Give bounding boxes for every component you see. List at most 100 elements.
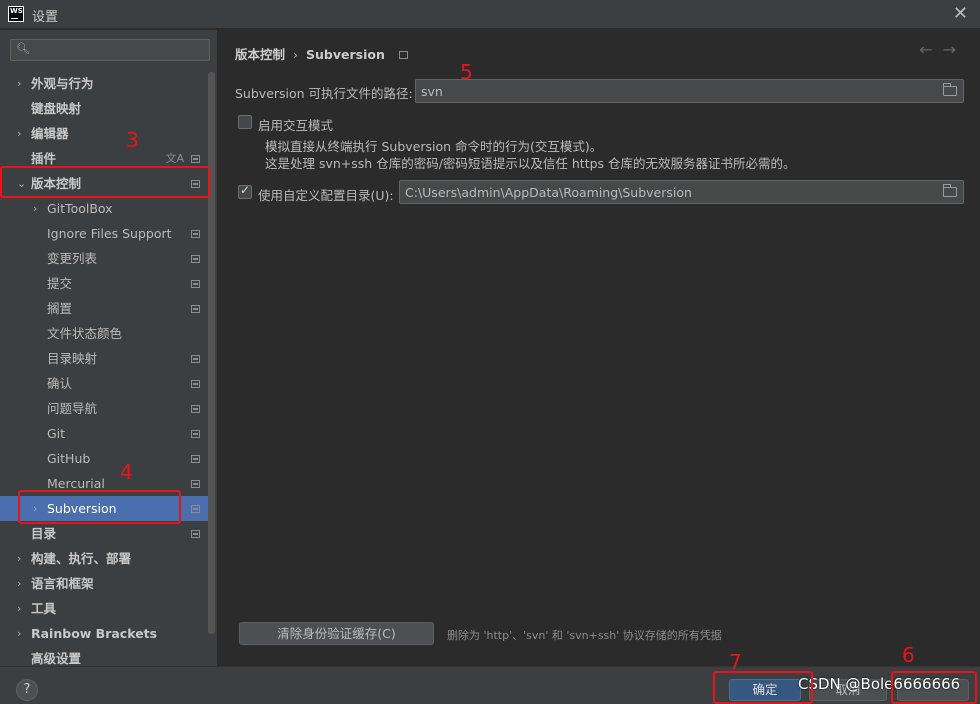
sidebar-item[interactable]: 问题导航	[0, 396, 208, 421]
annotation-number-7: 7	[729, 650, 742, 674]
sidebar-item-label: 键盘映射	[31, 101, 82, 116]
project-scope-icon	[191, 430, 200, 438]
project-scope-icon	[191, 280, 200, 288]
sidebar-item-label: Ignore Files Support	[47, 226, 172, 241]
sidebar-item[interactable]: › 语言和框架	[0, 571, 208, 596]
sidebar-item-label: 工具	[31, 601, 57, 616]
project-scope-icon	[191, 380, 200, 388]
sidebar-item[interactable]: › 编辑器	[0, 121, 208, 146]
project-scope-icon	[191, 305, 200, 313]
sidebar-item-label: 编辑器	[31, 126, 69, 141]
interactive-mode-label: 启用交互模式	[258, 118, 334, 133]
sidebar-item-label: 变更列表	[47, 251, 98, 266]
chevron-right-icon[interactable]: ›	[33, 196, 37, 221]
sidebar-item-label: 确认	[47, 376, 73, 391]
project-scope-icon	[191, 455, 200, 463]
sidebar-item[interactable]: › Rainbow Brackets	[0, 621, 208, 646]
annotation-number-6: 6	[902, 643, 915, 667]
navigation-arrows: ←→	[919, 40, 966, 59]
clear-auth-cache-button[interactable]: 清除身份验证缓存(C)	[239, 622, 434, 645]
project-scope-icon	[191, 480, 200, 488]
sidebar-item-label: Rainbow Brackets	[31, 626, 158, 641]
chevron-right-icon[interactable]: ›	[17, 546, 21, 571]
project-scope-icon	[191, 155, 200, 163]
project-scope-icon	[191, 230, 200, 238]
executable-path-label: Subversion 可执行文件的路径:	[235, 86, 413, 101]
sidebar-item-label: 问题导航	[47, 401, 98, 416]
sidebar-item-label: GitToolBox	[47, 201, 113, 216]
sidebar-item[interactable]: 目录	[0, 521, 208, 546]
annotation-number-4: 4	[120, 460, 133, 484]
sidebar-item-label: Git	[47, 426, 66, 441]
breadcrumb-parent[interactable]: 版本控制	[235, 47, 285, 62]
settings-tree: › 外观与行为 键盘映射 › 编辑器 插件 文A ⌄ 版本控制 › GitToolBox Ignore…	[0, 71, 208, 671]
project-scope-icon	[191, 530, 200, 538]
back-arrow-icon[interactable]: ←	[919, 40, 942, 59]
help-icon[interactable]: ?	[16, 679, 38, 701]
chevron-right-icon[interactable]: ›	[17, 71, 21, 96]
sidebar-item-label: 外观与行为	[31, 76, 94, 91]
window-title: 设置	[32, 10, 59, 25]
sidebar-item[interactable]: GitHub	[0, 446, 208, 471]
annotation-number-3: 3	[126, 128, 139, 152]
annotation-box-ok	[713, 671, 813, 704]
settings-search-field[interactable]: 🔍︎	[10, 39, 210, 61]
sidebar-item-label: 目录映射	[47, 351, 98, 366]
sidebar-item-label: 文件状态颜色	[47, 326, 123, 341]
annotation-box-apply	[891, 671, 977, 704]
sidebar-item[interactable]: › GitToolBox	[0, 196, 208, 221]
executable-path-input[interactable]	[421, 83, 931, 99]
chevron-right-icon[interactable]: ›	[17, 596, 21, 621]
sidebar-item-label: 搁置	[47, 301, 73, 316]
custom-config-input[interactable]	[405, 184, 930, 200]
project-scope-icon	[191, 405, 200, 413]
sidebar-scrollbar[interactable]	[208, 72, 215, 634]
sidebar-item[interactable]: › 构建、执行、部署	[0, 546, 208, 571]
sidebar-item-label: GitHub	[47, 451, 91, 466]
chevron-right-icon[interactable]: ›	[17, 121, 21, 146]
sidebar-item[interactable]: 文件状态颜色	[0, 321, 208, 346]
annotation-box-version-control	[0, 166, 210, 198]
breadcrumb: 版本控制 › Subversion	[235, 44, 408, 63]
sidebar-item[interactable]: Ignore Files Support	[0, 221, 208, 246]
interactive-mode-description-2: 这是处理 svn+ssh 仓库的密码/密码短语提示以及信任 https 仓库的无…	[265, 156, 796, 171]
title-bar: WS 设置 ✕	[0, 0, 980, 29]
forward-arrow-icon[interactable]: →	[943, 40, 966, 59]
sidebar-item[interactable]: Git	[0, 421, 208, 446]
sidebar-item[interactable]: › 工具	[0, 596, 208, 621]
project-scope-icon	[191, 255, 200, 263]
clear-auth-cache-hint: 删除为 'http'、'svn' 和 'svn+ssh' 协议存储的所有凭据	[447, 629, 722, 642]
browse-config-folder-icon[interactable]	[943, 184, 957, 197]
settings-search-input[interactable]	[37, 42, 205, 58]
sidebar-item[interactable]: 搁置	[0, 296, 208, 321]
settings-content: 版本控制 › Subversion ←→ Subversion 可执行文件的路径: …	[219, 30, 980, 666]
annotation-number-5: 5	[460, 60, 473, 84]
breadcrumb-current: Subversion	[306, 47, 385, 62]
breadcrumb-separator: ›	[293, 47, 299, 62]
project-scope-icon	[191, 355, 200, 363]
search-icon: 🔍︎	[16, 42, 30, 55]
interactive-mode-description-1: 模拟直接从终端执行 Subversion 命令时的行为(交互模式)。	[265, 139, 603, 154]
sidebar-item[interactable]: 确认	[0, 371, 208, 396]
custom-config-field[interactable]	[399, 180, 964, 204]
chevron-right-icon[interactable]: ›	[17, 621, 21, 646]
close-icon[interactable]: ✕	[953, 3, 968, 24]
custom-config-checkbox[interactable]	[238, 183, 252, 199]
interactive-mode-checkbox[interactable]	[238, 115, 252, 129]
settings-sidebar: 🔍︎ › 外观与行为 键盘映射 › 编辑器 插件 文A ⌄ 版本控制 › GitToolBox Ign…	[0, 30, 218, 666]
sidebar-item[interactable]: 目录映射	[0, 346, 208, 371]
webstorm-logo-icon: WS	[8, 6, 24, 22]
executable-path-field[interactable]	[415, 79, 964, 103]
annotation-box-subversion	[18, 490, 181, 524]
custom-config-label: 使用自定义配置目录(U):	[258, 188, 394, 203]
project-scope-icon	[398, 51, 408, 59]
chevron-right-icon[interactable]: ›	[17, 571, 21, 596]
sidebar-item-label: 提交	[47, 276, 73, 291]
sidebar-item-label: 构建、执行、部署	[31, 551, 132, 566]
browse-folder-icon[interactable]	[943, 83, 957, 96]
sidebar-item[interactable]: 键盘映射	[0, 96, 208, 121]
sidebar-item-label: 目录	[31, 526, 57, 541]
sidebar-item[interactable]: 变更列表	[0, 246, 208, 271]
sidebar-item[interactable]: 提交	[0, 271, 208, 296]
sidebar-item[interactable]: › 外观与行为	[0, 71, 208, 96]
